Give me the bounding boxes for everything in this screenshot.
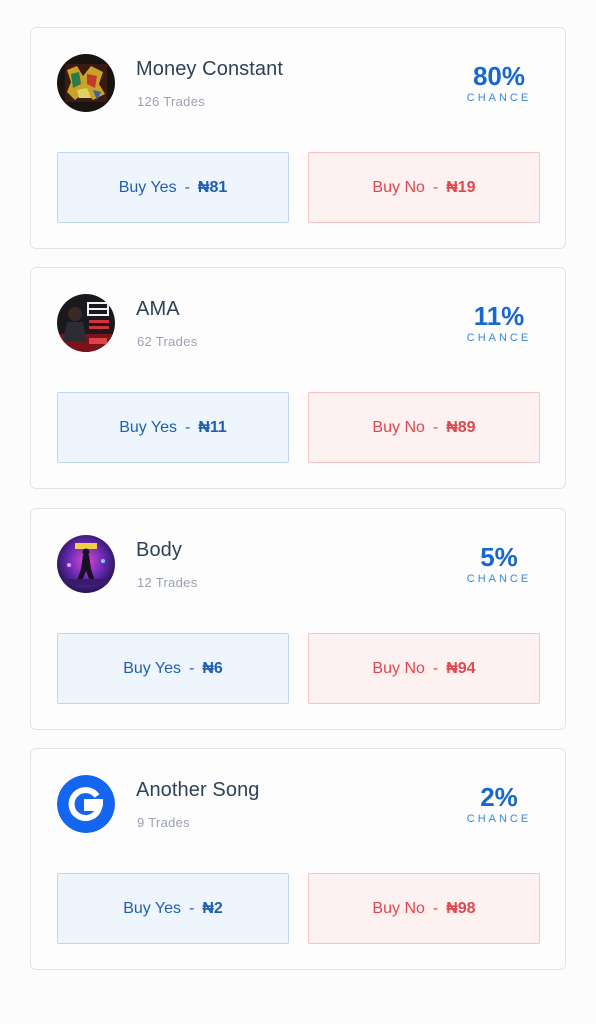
album-art-money-constant bbox=[57, 54, 115, 112]
album-art-body bbox=[57, 535, 115, 593]
chance-percent: 5% bbox=[480, 542, 518, 572]
buy-no-button[interactable]: Buy No - ₦89 bbox=[308, 392, 540, 463]
price-separator: - bbox=[189, 899, 195, 917]
market-card[interactable]: Money Constant 126 Trades 80% CHANCE Buy… bbox=[30, 27, 566, 249]
chance-label: CHANCE bbox=[466, 573, 532, 585]
chance-percent: 80% bbox=[472, 61, 526, 91]
buy-no-label: Buy No bbox=[372, 899, 425, 917]
no-price: ₦94 bbox=[446, 659, 476, 677]
trade-count: 62 Trades bbox=[137, 334, 198, 349]
trade-count: 9 Trades bbox=[137, 815, 190, 830]
buy-no-label: Buy No bbox=[372, 659, 425, 677]
no-price: ₦19 bbox=[446, 178, 476, 196]
trade-count: 12 Trades bbox=[137, 575, 198, 590]
no-price: ₦98 bbox=[446, 899, 476, 917]
buy-no-button[interactable]: Buy No - ₦98 bbox=[308, 873, 540, 944]
chance-label: CHANCE bbox=[466, 92, 532, 104]
market-title: Money Constant bbox=[136, 58, 284, 80]
chance-percent: 2% bbox=[480, 782, 518, 812]
trade-count: 126 Trades bbox=[137, 94, 206, 109]
buy-yes-button[interactable]: Buy Yes - ₦81 bbox=[57, 152, 289, 223]
chance-percent: 11% bbox=[473, 301, 525, 331]
buy-yes-label: Buy Yes bbox=[123, 659, 182, 677]
buy-yes-label: Buy Yes bbox=[118, 178, 177, 196]
yes-price: ₦81 bbox=[197, 178, 228, 196]
market-title: Another Song bbox=[136, 779, 260, 801]
buy-yes-button[interactable]: Buy Yes - ₦6 bbox=[57, 633, 289, 704]
buy-no-button[interactable]: Buy No - ₦94 bbox=[308, 633, 540, 704]
album-art-ama bbox=[57, 294, 115, 352]
yes-price: ₦11 bbox=[198, 418, 227, 436]
market-title: Body bbox=[136, 539, 182, 561]
price-separator: - bbox=[185, 418, 191, 436]
buy-no-label: Buy No bbox=[372, 178, 425, 196]
market-card[interactable]: AMA 62 Trades 11% CHANCE Buy Yes - ₦11 Buy… bbox=[30, 267, 566, 489]
buy-no-button[interactable]: Buy No - ₦19 bbox=[308, 152, 540, 223]
chance-label: CHANCE bbox=[466, 332, 532, 344]
yes-price: ₦2 bbox=[202, 899, 223, 917]
buy-no-label: Buy No bbox=[372, 418, 425, 436]
buy-yes-label: Buy Yes bbox=[119, 418, 178, 436]
buy-yes-label: Buy Yes bbox=[123, 899, 182, 917]
price-separator: - bbox=[432, 659, 439, 677]
yes-price: ₦6 bbox=[202, 659, 223, 677]
market-card[interactable]: Another Song 9 Trades 2% CHANCE Buy Yes -… bbox=[30, 748, 566, 970]
chance-label: CHANCE bbox=[466, 813, 532, 825]
price-separator: - bbox=[189, 659, 195, 677]
buy-yes-button[interactable]: Buy Yes - ₦11 bbox=[57, 392, 289, 463]
brand-logo-icon bbox=[57, 775, 115, 833]
price-separator: - bbox=[432, 418, 439, 436]
price-separator: - bbox=[432, 178, 439, 196]
price-separator: - bbox=[432, 899, 439, 917]
price-separator: - bbox=[184, 178, 190, 196]
buy-yes-button[interactable]: Buy Yes - ₦2 bbox=[57, 873, 289, 944]
market-card[interactable]: Body 12 Trades 5% CHANCE Buy Yes - ₦6 Buy … bbox=[30, 508, 566, 730]
market-title: AMA bbox=[136, 298, 180, 320]
no-price: ₦89 bbox=[446, 418, 476, 436]
